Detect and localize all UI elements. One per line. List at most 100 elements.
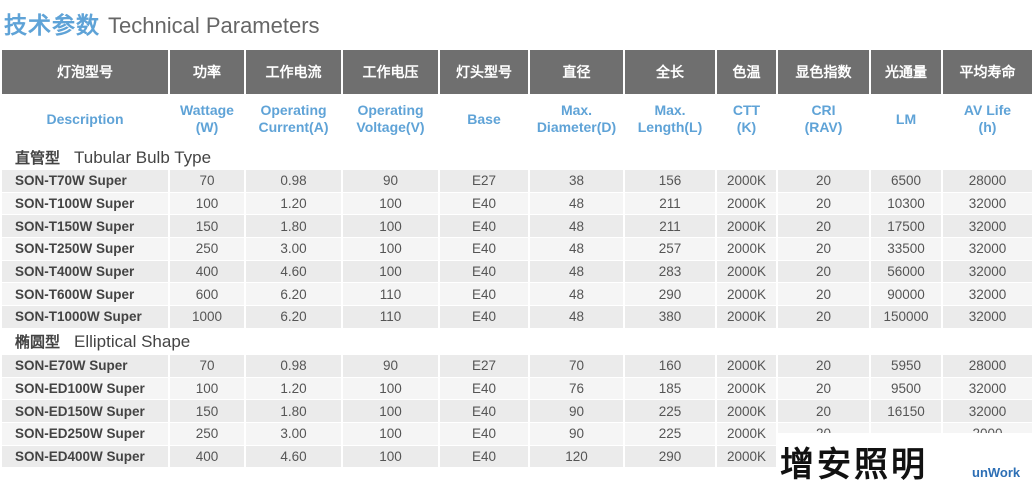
table-cell: SON-ED100W Super [2,377,170,401]
table-cell: 70 [170,354,246,378]
column-header-en: Max. Length(L) [625,94,717,144]
column-header-en: AV Life (h) [943,94,1034,144]
table-cell: 32000 [943,215,1034,239]
table-cell: 20 [778,215,871,239]
table-cell: 48 [530,238,625,261]
column-header-en: LM [871,94,943,144]
table-cell: 16150 [871,400,943,423]
table-cell: 110 [343,283,440,307]
table-cell: 38 [530,170,625,193]
column-header-en: CTT (K) [717,94,778,144]
table-row: SON-T1000W Super 1000 6.20 110 E40 48 380 2000K… [2,306,1034,329]
column-header-cn: 功率 [170,50,246,94]
table-cell: 283 [625,260,717,284]
column-header-en: Description [2,94,170,144]
table-cell: 5950 [871,354,943,378]
table-cell: 100 [343,445,440,469]
table-cell: 2000K [717,445,778,469]
table-cell: 48 [530,215,625,239]
column-header-en-line: Operating [357,102,424,118]
table-cell: E40 [440,445,530,469]
table-cell: 100 [343,400,440,423]
table-cell: 2000K [717,260,778,284]
table-cell: 250 [170,422,246,446]
column-header-en: Wattage (W) [170,94,246,144]
column-header-en-line: Base [467,110,501,127]
table-cell: SON-T70W Super [2,170,170,193]
table-cell: 2000K [717,283,778,307]
table-cell: 2000K [717,377,778,401]
table-cell: SON-T250W Super [2,238,170,261]
table-cell: 20 [778,260,871,284]
table-cell: 90 [343,170,440,193]
section-heading-row: 直管型 Tubular Bulb Type [2,144,1034,170]
column-header-en-line: Diameter(D) [536,119,617,135]
table-cell: E40 [440,192,530,216]
table-cell: 56000 [871,260,943,284]
table-cell: 6500 [871,170,943,193]
table-cell: 100 [343,238,440,261]
table-row: SON-T150W Super 150 1.80 100 E40 48 211 2000K 20… [2,215,1034,239]
page-title: 技术参数 Technical Parameters [4,6,320,38]
table-cell: 160 [625,354,717,378]
table-cell: 600 [170,283,246,307]
table-cell: 120 [530,445,625,469]
table-cell: 28000 [943,354,1034,378]
table-cell: 2000K [717,192,778,216]
table-cell: E40 [440,377,530,401]
table-cell: 32000 [943,192,1034,216]
table-cell: 156 [625,170,717,193]
section-heading-en: Elliptical Shape [74,332,191,352]
table-cell: 20 [778,170,871,193]
table-cell: 150 [170,400,246,423]
column-header-cn: 灯头型号 [440,50,530,94]
section-heading-cn: 椭圆型 [15,334,61,352]
table-cell: 28000 [943,170,1034,193]
table-cell: 100 [343,215,440,239]
table-cell: SON-T400W Super [2,260,170,284]
column-header-en-line: Wattage [180,102,234,118]
table-cell: 4.60 [246,260,343,284]
table-cell: SON-T150W Super [2,215,170,239]
column-header-en-line: Max. [654,102,686,118]
table-cell: 0.98 [246,170,343,193]
table-cell: E40 [440,283,530,307]
table-cell: E40 [440,215,530,239]
column-header-en-line: CTT [732,102,761,118]
table-cell: 20 [778,377,871,401]
table-cell: 2000K [717,422,778,446]
section-heading: 椭圆型 Elliptical Shape [2,328,1034,355]
title-english: Technical Parameters [108,13,320,38]
column-header-cn: 工作电流 [246,50,343,94]
table-cell: SON-ED250W Super [2,422,170,446]
table-cell: 2000K [717,306,778,329]
table-cell: 76 [530,377,625,401]
table-cell: 20 [778,354,871,378]
table-cell: 20 [778,238,871,261]
table-cell: 100 [170,377,246,401]
table-cell: 3.00 [246,238,343,261]
table-cell: 211 [625,192,717,216]
column-header-en: Operating Current(A) [246,94,343,144]
table-cell: 33500 [871,238,943,261]
watermark-english: unWork [972,465,1021,480]
table-cell: 211 [625,215,717,239]
table-cell: 6.20 [246,283,343,307]
table-cell: 2000K [717,238,778,261]
table-cell: 32000 [943,283,1034,307]
column-header-en: Base [440,94,530,144]
table-cell: 48 [530,192,625,216]
column-header-en: Operating Voltage(V) [343,94,440,144]
table-row: SON-T400W Super 400 4.60 100 E40 48 283 2000K 20… [2,260,1034,284]
table-cell: 9500 [871,377,943,401]
parameters-table: 灯泡型号 功率 工作电流 工作电压 灯头型号 直径 全长 色温 显色指数 光通量 平均寿命 Desc… [2,50,1034,469]
table-cell: 2000K [717,215,778,239]
table-cell: 70 [170,170,246,193]
table-cell: E27 [440,354,530,378]
table-cell: 17500 [871,215,943,239]
table-cell: 250 [170,238,246,261]
column-header-en-line: (W) [195,119,219,135]
column-header-cn: 直径 [530,50,625,94]
table-cell: 10300 [871,192,943,216]
table-cell: SON-T1000W Super [2,306,170,329]
